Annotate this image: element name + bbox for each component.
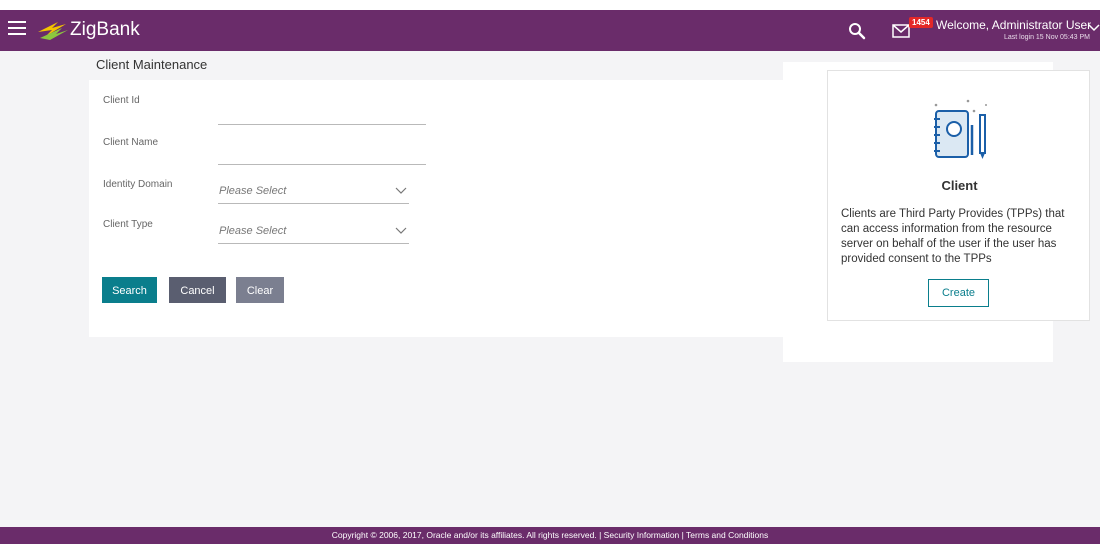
client-name-label: Client Name: [103, 137, 159, 148]
client-info-card: Client Clients are Third Party Provides …: [827, 70, 1090, 321]
identity-domain-value[interactable]: Please Select: [219, 185, 286, 197]
last-login-text: Last login 15 Nov 05:43 PM: [1004, 34, 1090, 41]
identity-domain-label: Identity Domain: [103, 179, 173, 190]
client-id-label: Client Id: [103, 95, 140, 106]
page-title: Client Maintenance: [96, 57, 208, 72]
client-type-value[interactable]: Please Select: [219, 225, 286, 237]
zigbank-logo-icon[interactable]: [36, 18, 70, 42]
chevron-down-icon[interactable]: [1088, 22, 1100, 34]
card-title: Client: [941, 178, 978, 193]
client-id-input[interactable]: [218, 104, 426, 125]
client-type-label: Client Type: [103, 219, 153, 230]
cancel-button[interactable]: Cancel: [169, 277, 226, 303]
card-description: Clients are Third Party Provides (TPPs) …: [841, 208, 1065, 265]
chevron-down-icon[interactable]: [395, 227, 407, 235]
create-button[interactable]: Create: [928, 279, 989, 307]
footer: Copyright © 2006, 2017, Oracle and/or it…: [0, 527, 1100, 544]
clear-button[interactable]: Clear: [236, 277, 284, 303]
brand-name[interactable]: ZigBank: [70, 19, 140, 41]
menu-icon[interactable]: [8, 21, 26, 37]
app-header: ZigBank 1454 Welcome, Administrator User…: [0, 10, 1100, 51]
client-notebook-icon: [934, 99, 987, 159]
chevron-down-icon[interactable]: [395, 187, 407, 195]
search-icon[interactable]: [848, 22, 866, 40]
welcome-text[interactable]: Welcome, Administrator User: [936, 18, 1091, 32]
search-button[interactable]: Search: [102, 277, 157, 303]
top-strip: [0, 0, 1100, 10]
notification-badge[interactable]: 1454: [909, 17, 933, 28]
mail-icon[interactable]: [892, 24, 910, 38]
client-name-input[interactable]: [218, 144, 426, 165]
